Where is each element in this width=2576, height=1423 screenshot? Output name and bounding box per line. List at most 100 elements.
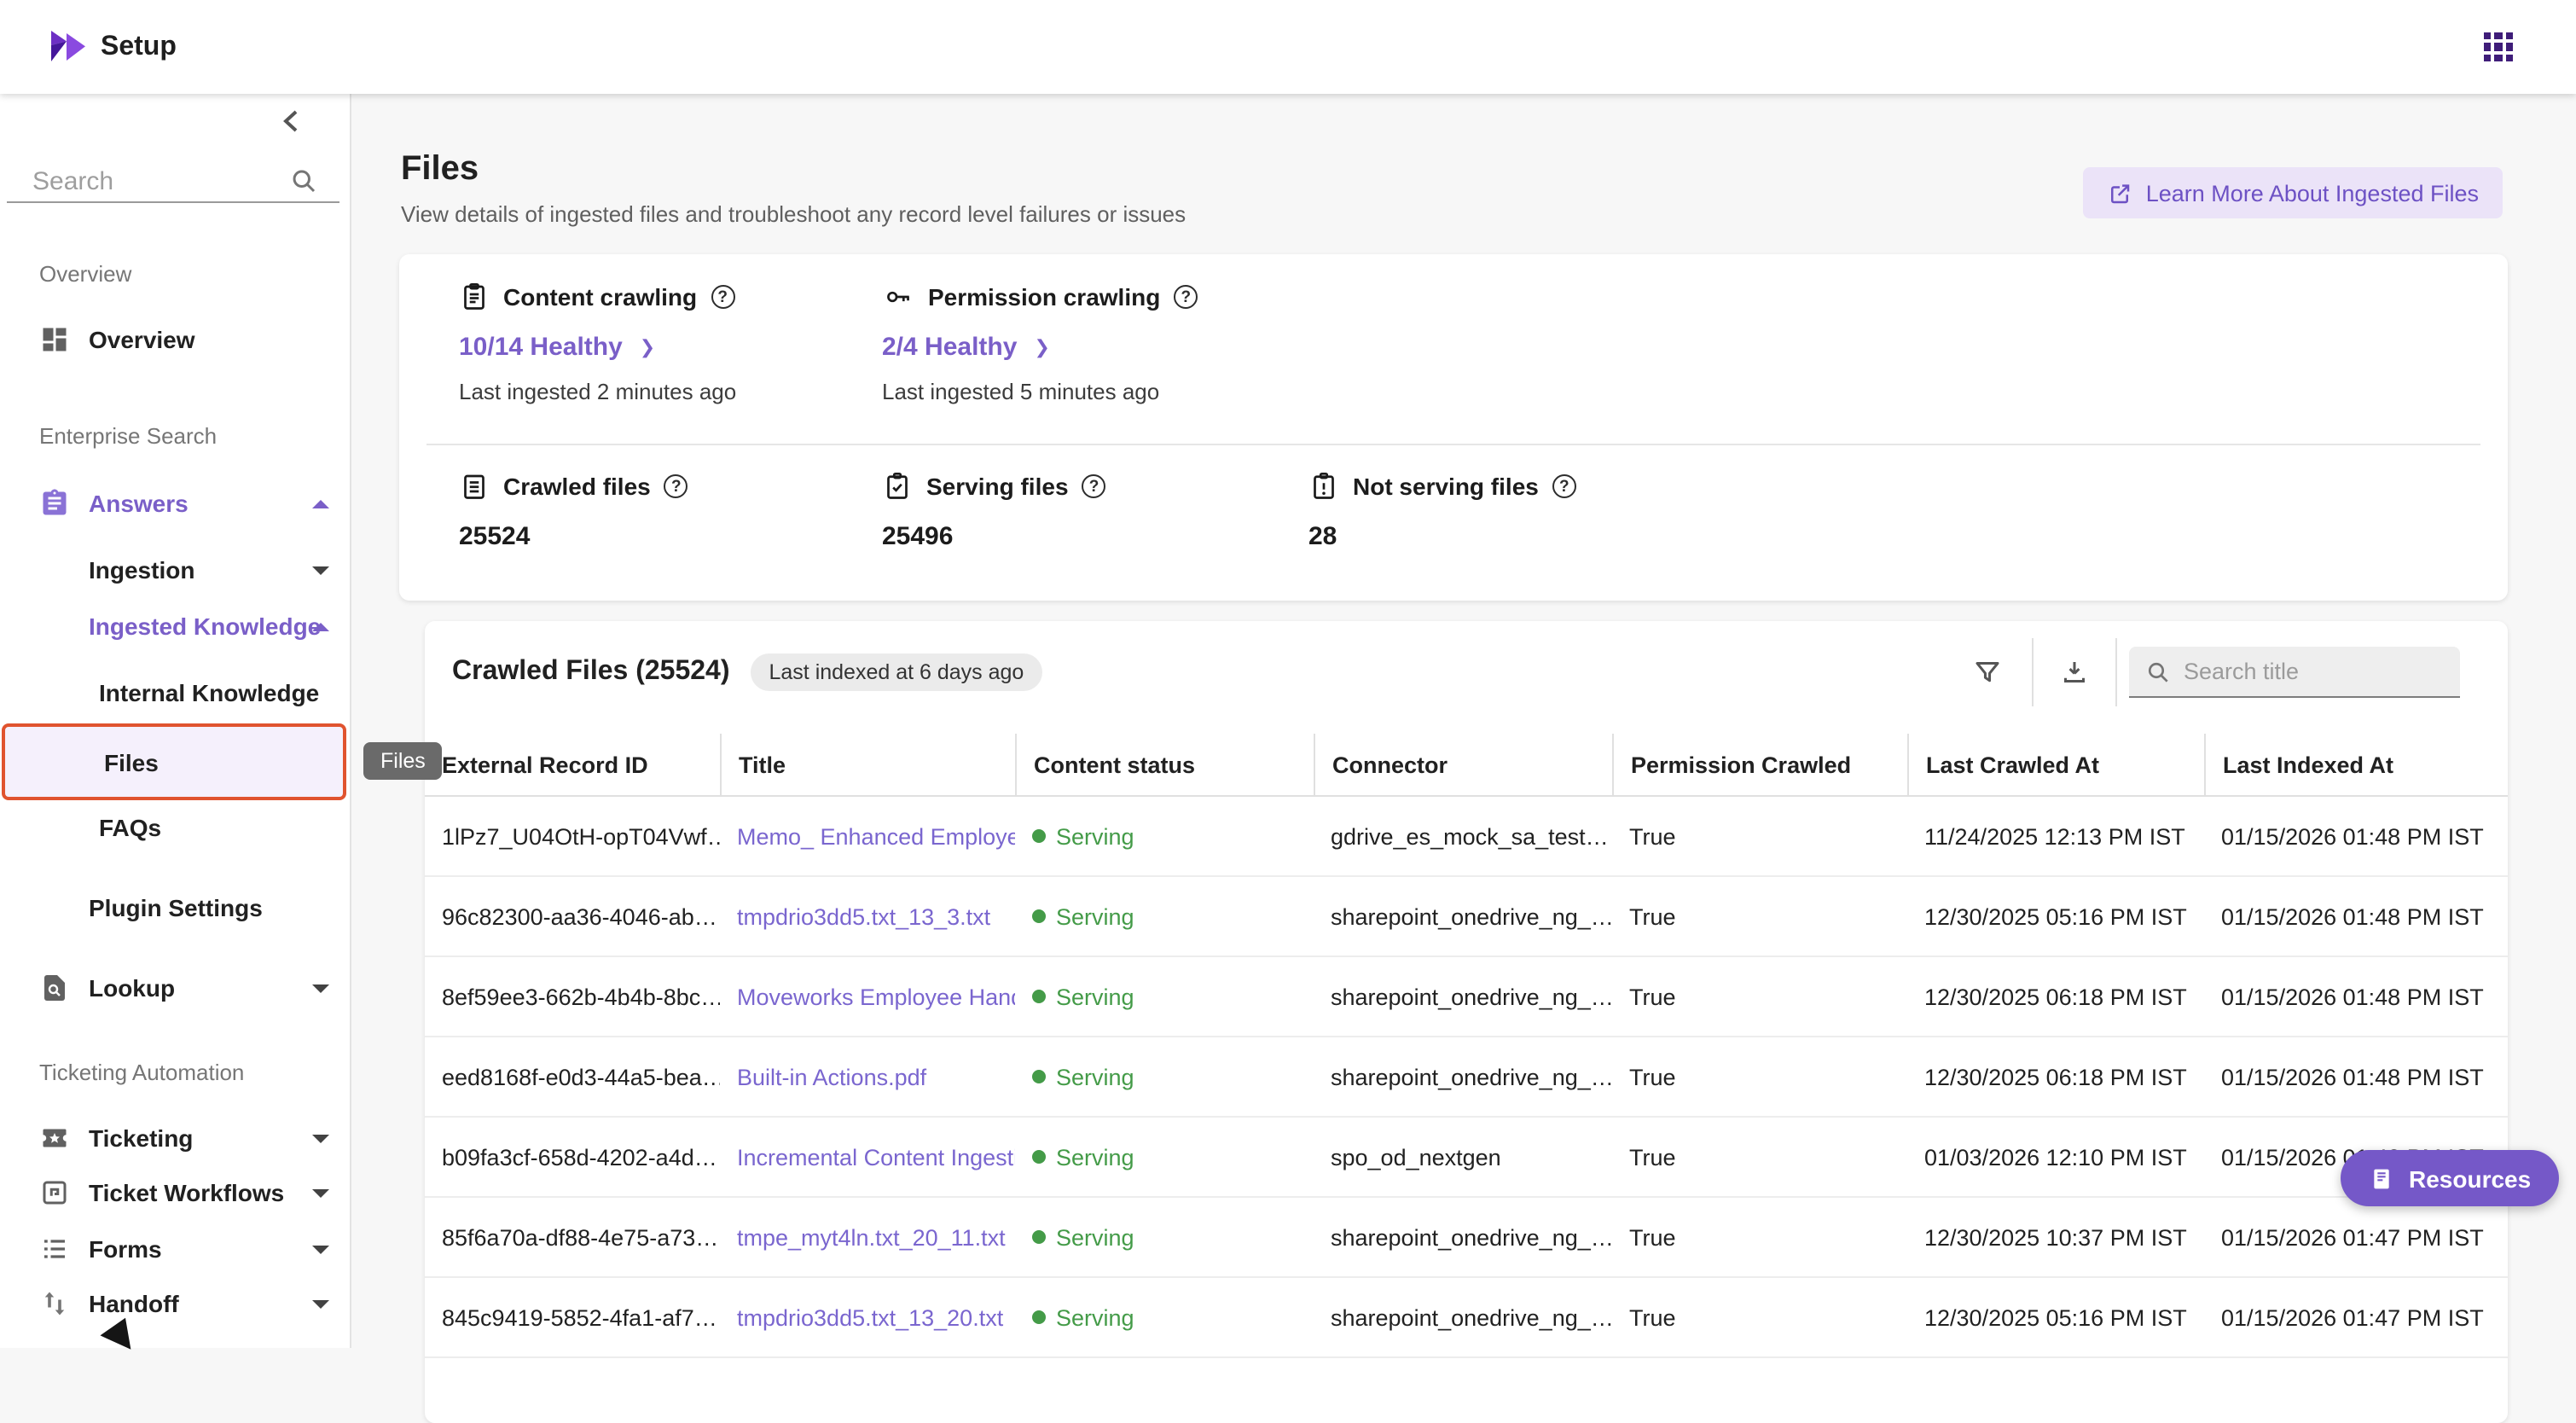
section-label-ticketing-automation: Ticketing Automation <box>39 1060 244 1094</box>
help-icon[interactable]: ? <box>1082 474 1106 498</box>
ticket-workflows-icon <box>39 1177 70 1208</box>
chevron-down-icon[interactable] <box>312 1299 329 1308</box>
not-serving-files-icon <box>1308 471 1339 502</box>
chevron-right-icon: ❯ <box>640 336 655 358</box>
content-crawling-health-link[interactable]: 10/14 Healthy ❯ <box>459 333 736 362</box>
cell-last-crawled-at: 12/30/2025 05:16 PM IST <box>1907 1278 2204 1356</box>
status-dot <box>1032 1310 1046 1324</box>
sidebar-item-overview[interactable]: Overview <box>0 312 350 367</box>
download-button[interactable] <box>2047 645 2102 700</box>
cell-content-status: Serving <box>1015 797 1314 875</box>
cell-content-status: Serving <box>1015 877 1314 955</box>
table-header-bar: Crawled Files (25524) Last indexed at 6 … <box>452 645 1042 700</box>
permission-crawling-stat: Permission crawling ? 2/4 Healthy ❯ Last… <box>882 282 1198 404</box>
file-title-link[interactable]: Moveworks Employee Handb <box>737 984 1015 1009</box>
status-dot <box>1032 1150 1046 1164</box>
filter-button[interactable] <box>1960 645 2015 700</box>
serving-files-value: 25496 <box>882 522 1106 551</box>
collapse-sidebar-icon[interactable] <box>278 107 305 135</box>
app-title: Setup <box>101 32 177 63</box>
learn-more-button[interactable]: Learn More About Ingested Files <box>2083 167 2503 218</box>
file-title-link[interactable]: Incremental Content Ingestio <box>737 1144 1015 1170</box>
help-icon[interactable]: ? <box>1174 285 1198 309</box>
cell-connector: sharepoint_onedrive_ng_… <box>1314 957 1612 1036</box>
page-head: Files View details of ingested files and… <box>401 150 1186 227</box>
cell-content-status: Serving <box>1015 1198 1314 1276</box>
sidebar-item-ingested-knowledge[interactable]: Ingested Knowledge <box>0 599 350 653</box>
chevron-down-icon[interactable] <box>312 1188 329 1197</box>
help-icon[interactable]: ? <box>711 285 734 309</box>
file-title-link[interactable]: tmpe_myt4ln.txt_20_11.txt <box>737 1224 1006 1250</box>
table-row: 1lPz7_U04OtH-opT04Vwf… Memo_ Enhanced Em… <box>425 797 2508 877</box>
col-permission-crawled[interactable]: Permission Crawled <box>1612 734 1907 795</box>
table-row: 845c9419-5852-4fa1-af7… tmpdrio3dd5.txt_… <box>425 1278 2508 1358</box>
section-label-overview: Overview <box>39 261 131 295</box>
sidebar-item-answers[interactable]: Answers <box>0 476 350 531</box>
col-last-indexed-at[interactable]: Last Indexed At <box>2204 734 2508 795</box>
sidebar-item-faqs[interactable]: FAQs <box>0 800 350 855</box>
forms-list-icon <box>39 1234 70 1264</box>
cell-connector: sharepoint_onedrive_ng_… <box>1314 1198 1612 1276</box>
sidebar-item-ticket-workflows[interactable]: Ticket Workflows <box>0 1165 350 1220</box>
cell-title: Moveworks Employee Handb <box>720 957 1015 1036</box>
moveworks-logo-icon <box>49 29 90 65</box>
chevron-up-icon[interactable] <box>312 622 329 630</box>
cell-permission-crawled: True <box>1612 1118 1907 1196</box>
sidebar-search <box>0 162 339 203</box>
sidebar-item-plugin-settings[interactable]: Plugin Settings <box>0 880 350 935</box>
book-icon <box>2368 1165 2395 1192</box>
help-icon[interactable]: ? <box>664 474 688 498</box>
col-title[interactable]: Title <box>720 734 1015 795</box>
cell-connector: sharepoint_onedrive_ng_… <box>1314 877 1612 955</box>
cell-last-indexed-at: 01/15/2026 01:48 PM IST <box>2204 877 2508 955</box>
chevron-right-icon: ❯ <box>1034 336 1049 358</box>
table-body: 1lPz7_U04OtH-opT04Vwf… Memo_ Enhanced Em… <box>425 797 2508 1358</box>
sidebar-item-files[interactable]: Files <box>2 723 346 800</box>
cell-connector: sharepoint_onedrive_ng_… <box>1314 1278 1612 1356</box>
apps-grid-icon[interactable] <box>2484 32 2513 61</box>
main-content: Files View details of ingested files and… <box>351 94 2576 1348</box>
top-bar: Setup <box>0 0 2576 94</box>
sidebar-item-handoff[interactable]: Handoff <box>0 1276 350 1331</box>
chevron-down-icon[interactable] <box>312 1245 329 1253</box>
file-title-link[interactable]: tmpdrio3dd5.txt_13_20.txt <box>737 1304 1003 1330</box>
crawled-files-card: Crawled Files (25524) Last indexed at 6 … <box>425 621 2508 1423</box>
permission-last-ingested: Last ingested 5 minutes ago <box>882 379 1198 404</box>
chevron-up-icon[interactable] <box>312 499 329 508</box>
sidebar-item-ticketing[interactable]: Ticketing <box>0 1111 350 1165</box>
file-title-link[interactable]: Memo_ Enhanced Employee <box>737 823 1015 849</box>
col-last-crawled-at[interactable]: Last Crawled At <box>1907 734 2204 795</box>
crawling-stats-card: Content crawling ? 10/14 Healthy ❯ Last … <box>399 254 2508 601</box>
cell-title: Memo_ Enhanced Employee <box>720 797 1015 875</box>
cell-content-status: Serving <box>1015 1278 1314 1356</box>
table-title: Crawled Files (25524) <box>452 657 730 688</box>
sidebar-item-forms[interactable]: Forms <box>0 1222 350 1276</box>
cell-title: Incremental Content Ingestio <box>720 1118 1015 1196</box>
sidebar-search-input[interactable] <box>32 162 271 200</box>
cell-external-record-id: 85f6a70a-df88-4e75-a73… <box>425 1198 720 1276</box>
sidebar-item-ingestion[interactable]: Ingestion <box>0 543 350 597</box>
col-content-status[interactable]: Content status <box>1015 734 1314 795</box>
cell-content-status: Serving <box>1015 1118 1314 1196</box>
title-search-input[interactable] <box>2184 647 2448 694</box>
chevron-down-icon[interactable] <box>312 984 329 992</box>
help-icon[interactable]: ? <box>1552 474 1576 498</box>
permission-crawling-health-link[interactable]: 2/4 Healthy ❯ <box>882 333 1198 362</box>
cell-last-indexed-at: 01/15/2026 01:48 PM IST <box>2204 957 2508 1036</box>
file-title-link[interactable]: Built-in Actions.pdf <box>737 1064 926 1089</box>
cell-connector: spo_od_nextgen <box>1314 1118 1612 1196</box>
cell-title: tmpdrio3dd5.txt_13_3.txt <box>720 877 1015 955</box>
sidebar-item-lookup[interactable]: Lookup <box>0 961 350 1015</box>
chevron-down-icon[interactable] <box>312 566 329 574</box>
chevron-down-icon[interactable] <box>312 1134 329 1142</box>
serving-files-icon <box>882 471 913 502</box>
sidebar-item-internal-knowledge[interactable]: Internal Knowledge <box>0 665 350 720</box>
resources-button[interactable]: Resources <box>2341 1150 2558 1206</box>
cell-external-record-id: 1lPz7_U04OtH-opT04Vwf… <box>425 797 720 875</box>
col-connector[interactable]: Connector <box>1314 734 1612 795</box>
file-title-link[interactable]: tmpdrio3dd5.txt_13_3.txt <box>737 903 990 929</box>
col-external-record-id[interactable]: External Record ID <box>425 734 720 795</box>
content-crawling-icon <box>459 282 490 312</box>
handoff-swap-icon <box>39 1288 70 1319</box>
table-row: 8ef59ee3-662b-4b4b-8bc… Moveworks Employ… <box>425 957 2508 1037</box>
